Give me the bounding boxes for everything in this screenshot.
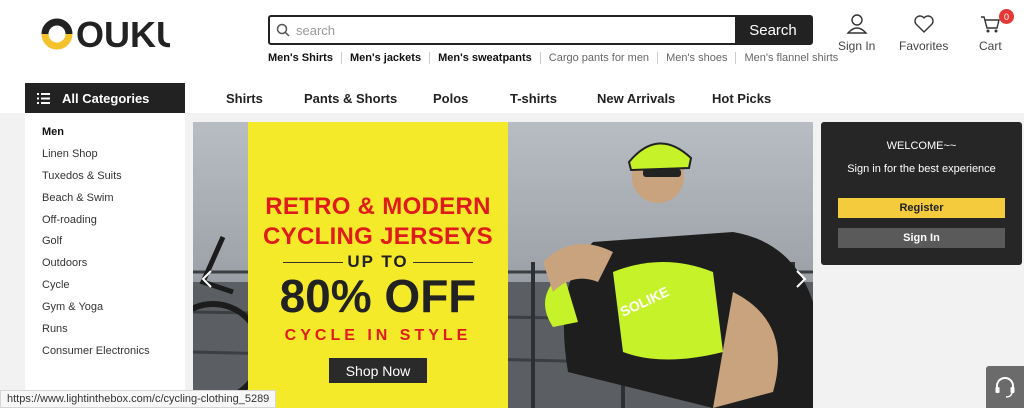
favorites-label: Favorites <box>899 39 949 53</box>
hot-search-link[interactable]: Men's shoes <box>657 52 735 64</box>
sidebar-item-gym-yoga[interactable]: Gym & Yoga <box>42 300 185 322</box>
sidebar-item-golf[interactable]: Golf <box>42 234 185 256</box>
hot-search-link[interactable]: Cargo pants for men <box>539 52 657 64</box>
cart-label: Cart <box>979 39 1002 53</box>
hero-banner[interactable]: SOLIKE RETRO & MODERN CYCLING JERSEYS UP… <box>193 122 813 408</box>
search-button[interactable]: Search <box>735 17 811 43</box>
sidebar-item-consumer-electronics[interactable]: Consumer Electronics <box>42 344 185 366</box>
carousel-prev-button[interactable] <box>197 267 217 291</box>
hot-search-link[interactable]: Men's sweatpants <box>429 52 540 64</box>
sign-in-action[interactable]: Sign In <box>838 14 875 53</box>
sidebar-item-linen-shop[interactable]: Linen Shop <box>42 147 185 169</box>
sidebar-item-outdoors[interactable]: Outdoors <box>42 256 185 278</box>
sidebar-item-tuxedos-suits[interactable]: Tuxedos & Suits <box>42 169 185 191</box>
promo-discount: 80% OFF <box>279 270 477 322</box>
promo-headline-line2: CYCLING JERSEYS <box>263 223 493 250</box>
all-categories-button[interactable]: All Categories <box>25 83 185 113</box>
category-sidebar: Men Linen Shop Tuxedos & Suits Beach & S… <box>25 113 185 408</box>
search-input[interactable] <box>296 17 735 43</box>
search-icon <box>270 17 296 43</box>
register-button[interactable]: Register <box>838 198 1005 218</box>
welcome-subtitle: Sign in for the best experience <box>847 163 996 175</box>
welcome-title: WELCOME~~ <box>886 140 957 152</box>
menu-icon <box>37 92 50 104</box>
welcome-card: WELCOME~~ Sign in for the best experienc… <box>821 122 1022 265</box>
promo-tagline: CYCLE IN STYLE <box>284 327 472 344</box>
user-icon <box>846 14 868 34</box>
sidebar-item-men[interactable]: Men <box>42 125 185 147</box>
sidebar-item-runs[interactable]: Runs <box>42 322 185 344</box>
nav-item-shirts[interactable]: Shirts <box>226 91 263 106</box>
hot-search-link[interactable]: Men's jackets <box>340 52 429 64</box>
sidebar-item-beach-swim[interactable]: Beach & Swim <box>42 191 185 213</box>
sign-in-button[interactable]: Sign In <box>838 228 1005 248</box>
nav-item-t-shirts[interactable]: T-shirts <box>510 91 557 106</box>
nav-item-polos[interactable]: Polos <box>433 91 468 106</box>
customer-support-button[interactable] <box>986 366 1024 408</box>
cart-count-badge: 0 <box>999 9 1014 24</box>
shop-now-button[interactable]: Shop Now <box>329 358 427 383</box>
cart-action[interactable]: 0 Cart <box>979 9 1014 53</box>
logo-text: OUKU <box>76 14 170 54</box>
nav-item-new-arrivals[interactable]: New Arrivals <box>597 91 675 106</box>
chevron-right-icon <box>796 270 807 288</box>
all-categories-label: All Categories <box>62 90 150 106</box>
search-bar: Search <box>268 15 813 45</box>
hot-search-link[interactable]: Men's flannel shirts <box>735 52 846 64</box>
hot-search-links: Men's Shirts Men's jackets Men's sweatpa… <box>268 52 846 64</box>
nav-item-hot-picks[interactable]: Hot Picks <box>712 91 771 106</box>
promo-headline: RETRO & MODERN CYCLING JERSEYS <box>248 192 508 252</box>
headset-icon <box>995 377 1015 398</box>
link-status-bar: https://www.lightinthebox.com/c/cycling-… <box>0 390 277 408</box>
nav-item-pants-shorts[interactable]: Pants & Shorts <box>304 91 397 106</box>
promo-headline-line1: RETRO & MODERN <box>265 193 491 220</box>
sidebar-item-off-roading[interactable]: Off-roading <box>42 213 185 235</box>
heart-icon <box>913 15 934 33</box>
sidebar-item-cycle[interactable]: Cycle <box>42 278 185 300</box>
chevron-left-icon <box>201 270 212 288</box>
hot-search-link[interactable]: Men's Shirts <box>268 52 341 64</box>
cart-icon <box>981 16 1001 33</box>
carousel-next-button[interactable] <box>791 267 811 291</box>
ouku-logo[interactable]: OUKU <box>40 14 170 54</box>
favorites-action[interactable]: Favorites <box>899 14 948 53</box>
sign-in-label: Sign In <box>838 39 876 53</box>
